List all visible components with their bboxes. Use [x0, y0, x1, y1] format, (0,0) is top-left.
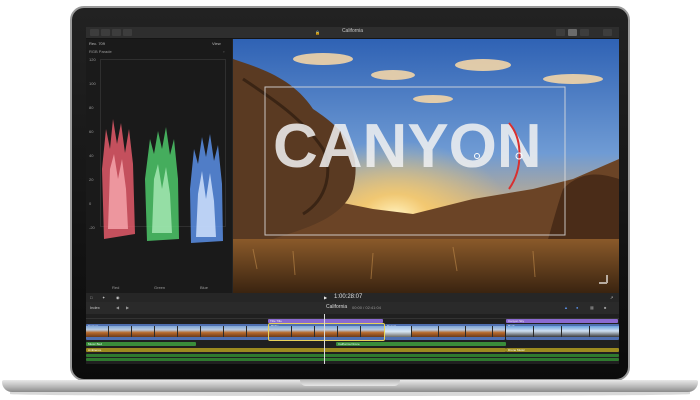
scale-label: 120: [89, 57, 96, 62]
solo-icon[interactable]: ●: [576, 305, 578, 310]
timeline-project-name[interactable]: California: [326, 304, 347, 310]
video-clip[interactable]: Canyon: [86, 324, 268, 340]
enhance-icon[interactable]: ◉: [116, 295, 120, 300]
scale-label: 60: [89, 129, 94, 134]
channel-label-red: Red: [112, 285, 120, 290]
green-waveform: [145, 127, 179, 241]
fullscreen-icon[interactable]: ↗: [610, 295, 613, 300]
app-screen: All Clips (16 items) California 🔒 Rec. 7…: [86, 27, 619, 364]
project-title: California: [341, 28, 364, 34]
audio-clip[interactable]: Music Bed: [86, 342, 196, 346]
scale-label: 100: [89, 81, 96, 86]
connected-title-clip[interactable]: Canyon Sky: [506, 319, 618, 323]
channel-label-green: Green: [154, 285, 166, 290]
timecode-display: 1:00:28:07: [334, 294, 363, 300]
video-clip-selected[interactable]: Ridge: [268, 323, 385, 341]
timeline-panel-icon[interactable]: [568, 29, 577, 36]
play-button[interactable]: ▶: [324, 295, 327, 300]
transform-icon[interactable]: □: [90, 295, 92, 300]
timeline[interactable]: Title Title Canyon Sky Canyon Ridge Dese…: [86, 314, 619, 364]
channel-label-blue: Blue: [200, 285, 209, 290]
scope-view-menu[interactable]: View: [212, 41, 221, 46]
video-scopes-panel: Rec. 709 RGB Parade View ▫ 120 100 80 60…: [86, 39, 232, 293]
music-track[interactable]: [86, 354, 619, 357]
timeline-duration: 00:00 / 02:41:04: [352, 305, 381, 310]
red-waveform: [102, 119, 135, 239]
viewer-controls: □ ✦ ◉ ▶ 1:00:28:07 ↗: [86, 293, 619, 302]
viewer-frame: CANYON: [233, 39, 619, 293]
laptop-notch: [300, 380, 400, 386]
blue-waveform: [190, 134, 223, 243]
scale-label: 0: [89, 201, 92, 206]
top-toolbar: All Clips (16 items) California 🔒: [86, 27, 619, 44]
scale-label: -20: [89, 225, 95, 230]
music-track[interactable]: [86, 358, 619, 361]
crop-icon[interactable]: ✦: [102, 295, 105, 300]
video-clip[interactable]: Rock: [506, 324, 619, 340]
scale-label: 80: [89, 105, 94, 110]
back-icon[interactable]: ◀: [116, 305, 119, 310]
effects-browser-icon[interactable]: ■: [604, 305, 606, 310]
laptop-shadow: [10, 392, 690, 396]
scope-settings-icon[interactable]: ▫: [223, 49, 224, 54]
scale-label: 20: [89, 177, 94, 182]
audio-clip[interactable]: California Drone: [336, 342, 506, 346]
audio-skimming-icon[interactable]: ▲: [564, 305, 568, 310]
scope-format: Rec. 709: [89, 41, 106, 46]
playhead[interactable]: [324, 314, 325, 364]
audio-clip[interactable]: Drone Music: [506, 348, 619, 352]
video-viewer[interactable]: CANYON: [233, 39, 619, 293]
scale-label: 40: [89, 153, 94, 158]
connected-title-clip[interactable]: Title Title: [268, 319, 383, 323]
title-overlay[interactable]: CANYON: [273, 112, 542, 181]
index-button[interactable]: Index: [90, 305, 100, 310]
clip-appearance-icon[interactable]: ▦: [590, 305, 594, 310]
share-export-icon[interactable]: [603, 29, 612, 36]
scope-type: RGB Parade: [89, 49, 112, 54]
audio-clip[interactable]: Ambience: [86, 348, 506, 352]
lock-icon: 🔒: [315, 30, 320, 35]
inspector-panel-icon[interactable]: [580, 29, 589, 36]
video-clip[interactable]: Desert: [385, 324, 505, 340]
library-panel-icon[interactable]: [556, 29, 565, 36]
forward-icon[interactable]: ▶: [126, 305, 129, 310]
